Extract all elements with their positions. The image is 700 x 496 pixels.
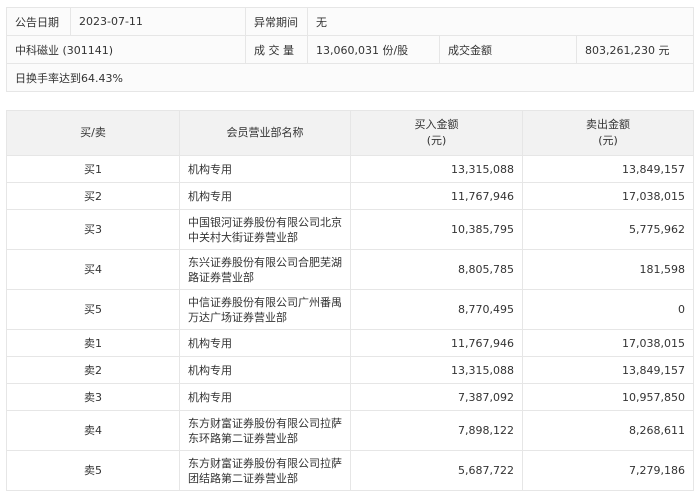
cell-side: 买1	[6, 155, 180, 183]
table-row: 买1 机构专用 13,315,088 13,849,157	[6, 155, 694, 183]
cell-sell: 10,957,850	[522, 383, 694, 411]
cell-name: 机构专用	[179, 329, 351, 357]
table-row: 卖4 东方财富证券股份有限公司拉萨东环路第二证券营业部 7,898,122 8,268…	[6, 410, 694, 451]
cell-buy: 13,315,088	[350, 356, 523, 384]
cell-sell: 0	[522, 289, 694, 330]
cell-buy: 13,315,088	[350, 155, 523, 183]
header-sell-label: 卖出金额	[586, 118, 630, 131]
table-row: 买4 东兴证券股份有限公司合肥芜湖路证券营业部 8,805,785 181,598	[6, 249, 694, 290]
cell-buy: 7,387,092	[350, 383, 523, 411]
cell-side: 卖1	[6, 329, 180, 357]
reason-text: 日换手率达到64.43%	[6, 63, 694, 92]
info-row: 日换手率达到64.43%	[6, 63, 694, 92]
cell-side: 买2	[6, 182, 180, 210]
cell-name: 机构专用	[179, 356, 351, 384]
cell-side: 卖3	[6, 383, 180, 411]
cell-name: 东兴证券股份有限公司合肥芜湖路证券营业部	[179, 249, 351, 290]
info-row: 公告日期 2023-07-11 异常期间 无	[6, 7, 694, 36]
cell-side: 买4	[6, 249, 180, 290]
table-header: 买/卖 会员营业部名称 买入金额 (元) 卖出金额 (元)	[6, 110, 694, 156]
cell-name: 机构专用	[179, 383, 351, 411]
cell-sell: 8,268,611	[522, 410, 694, 451]
header-buy: 买入金额 (元)	[350, 110, 523, 156]
cell-buy: 7,898,122	[350, 410, 523, 451]
cell-sell: 17,038,015	[522, 182, 694, 210]
cell-side: 卖2	[6, 356, 180, 384]
amount-label: 成交金额	[439, 35, 577, 64]
stock-info-table: 公告日期 2023-07-11 异常期间 无 中科磁业 (301141) 成 交…	[6, 7, 694, 92]
table-row: 卖3 机构专用 7,387,092 10,957,850	[6, 383, 694, 411]
table-row: 卖5 东方财富证券股份有限公司拉萨团结路第二证券营业部 5,687,722 7,279…	[6, 450, 694, 491]
info-row: 中科磁业 (301141) 成 交 量 13,060,031 份/股 成交金额 …	[6, 35, 694, 64]
cell-name: 机构专用	[179, 182, 351, 210]
cell-name: 东方财富证券股份有限公司拉萨团结路第二证券营业部	[179, 450, 351, 491]
table-row: 买2 机构专用 11,767,946 17,038,015	[6, 182, 694, 210]
cell-name: 中信证券股份有限公司广州番禺万达广场证券营业部	[179, 289, 351, 330]
period-label: 异常期间	[245, 7, 308, 36]
table-row: 卖2 机构专用 13,315,088 13,849,157	[6, 356, 694, 384]
cell-side: 买5	[6, 289, 180, 330]
cell-buy: 11,767,946	[350, 329, 523, 357]
header-buy-label: 买入金额	[414, 118, 459, 131]
header-sell: 卖出金额 (元)	[522, 110, 694, 156]
stock-name: 中科磁业 (301141)	[6, 35, 246, 64]
cell-sell: 181,598	[522, 249, 694, 290]
volume-value: 13,060,031 份/股	[307, 35, 440, 64]
trades-table: 买/卖 会员营业部名称 买入金额 (元) 卖出金额 (元) 买1 机构专用 13,315…	[6, 110, 694, 491]
date-label: 公告日期	[6, 7, 71, 36]
cell-name: 中国银河证券股份有限公司北京中关村大街证券营业部	[179, 209, 351, 250]
period-value: 无	[307, 7, 694, 36]
cell-name: 机构专用	[179, 155, 351, 183]
cell-side: 卖5	[6, 450, 180, 491]
amount-value: 803,261,230 元	[576, 35, 694, 64]
cell-buy: 10,385,795	[350, 209, 523, 250]
cell-sell: 13,849,157	[522, 356, 694, 384]
header-buy-unit: (元)	[426, 134, 447, 147]
table-row: 卖1 机构专用 11,767,946 17,038,015	[6, 329, 694, 357]
cell-side: 买3	[6, 209, 180, 250]
table-row: 买5 中信证券股份有限公司广州番禺万达广场证券营业部 8,770,495 0	[6, 289, 694, 330]
header-side: 买/卖	[6, 110, 180, 156]
date-value: 2023-07-11	[70, 7, 246, 36]
cell-buy: 11,767,946	[350, 182, 523, 210]
cell-name: 东方财富证券股份有限公司拉萨东环路第二证券营业部	[179, 410, 351, 451]
table-row: 买3 中国银河证券股份有限公司北京中关村大街证券营业部 10,385,795 5,77…	[6, 209, 694, 250]
cell-side: 卖4	[6, 410, 180, 451]
volume-label: 成 交 量	[245, 35, 308, 64]
cell-sell: 17,038,015	[522, 329, 694, 357]
cell-buy: 8,770,495	[350, 289, 523, 330]
cell-sell: 5,775,962	[522, 209, 694, 250]
header-sell-unit: (元)	[598, 134, 618, 147]
cell-buy: 5,687,722	[350, 450, 523, 491]
cell-buy: 8,805,785	[350, 249, 523, 290]
header-name: 会员营业部名称	[179, 110, 351, 156]
cell-sell: 7,279,186	[522, 450, 694, 491]
cell-sell: 13,849,157	[522, 155, 694, 183]
